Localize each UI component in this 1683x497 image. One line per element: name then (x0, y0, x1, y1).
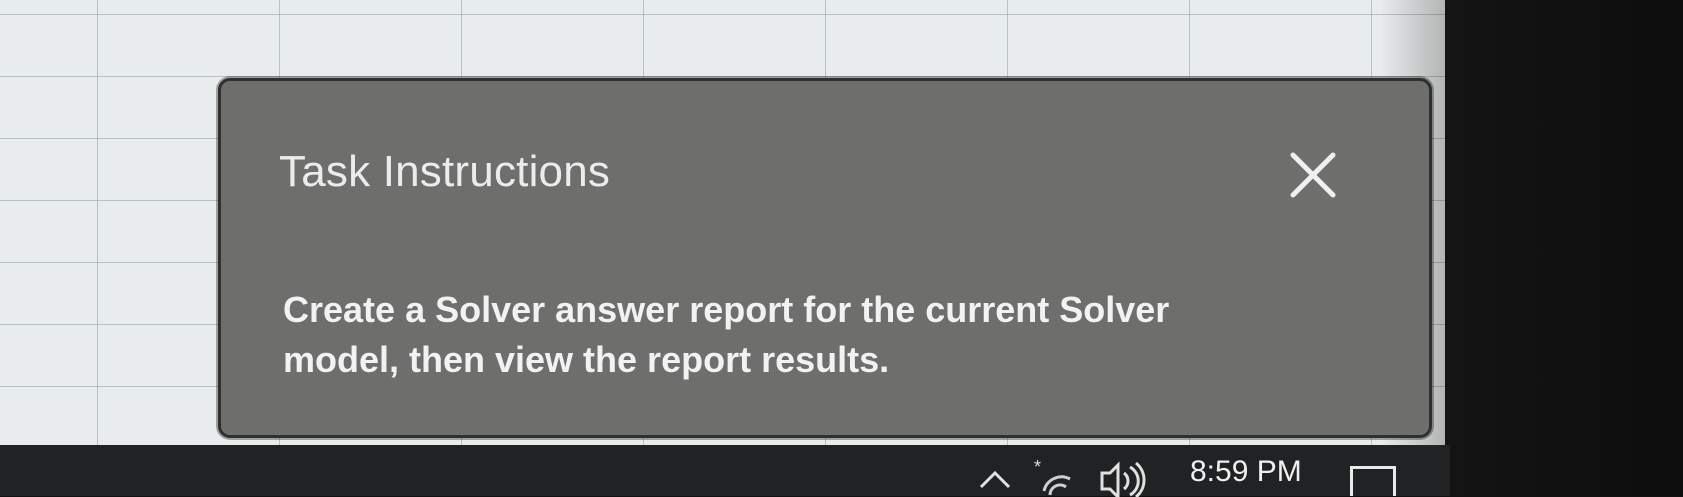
notification-icon[interactable] (1350, 466, 1396, 496)
volume-icon (1100, 461, 1146, 497)
monitor-screen: Task Instructions Create a Solver answer… (0, 0, 1450, 497)
chevron-up-icon (979, 470, 1011, 489)
close-icon (1290, 152, 1336, 198)
network-button[interactable]: * (1030, 457, 1078, 497)
network-icon: * (1034, 457, 1071, 496)
taskbar-clock[interactable]: 8:59 PM (1190, 455, 1302, 489)
volume-button[interactable] (1098, 457, 1154, 497)
taskbar: * 8:59 PM (0, 445, 1450, 497)
dialog-instructions-text: Create a Solver answer report for the cu… (283, 289, 1170, 380)
dialog-title: Task Instructions (279, 147, 611, 196)
task-instructions-dialog: Task Instructions Create a Solver answer… (218, 78, 1432, 438)
monitor-bezel (1450, 0, 1683, 496)
svg-text:*: * (1034, 457, 1041, 477)
show-hidden-icons-button[interactable] (975, 461, 1015, 491)
close-button[interactable] (1281, 143, 1345, 207)
